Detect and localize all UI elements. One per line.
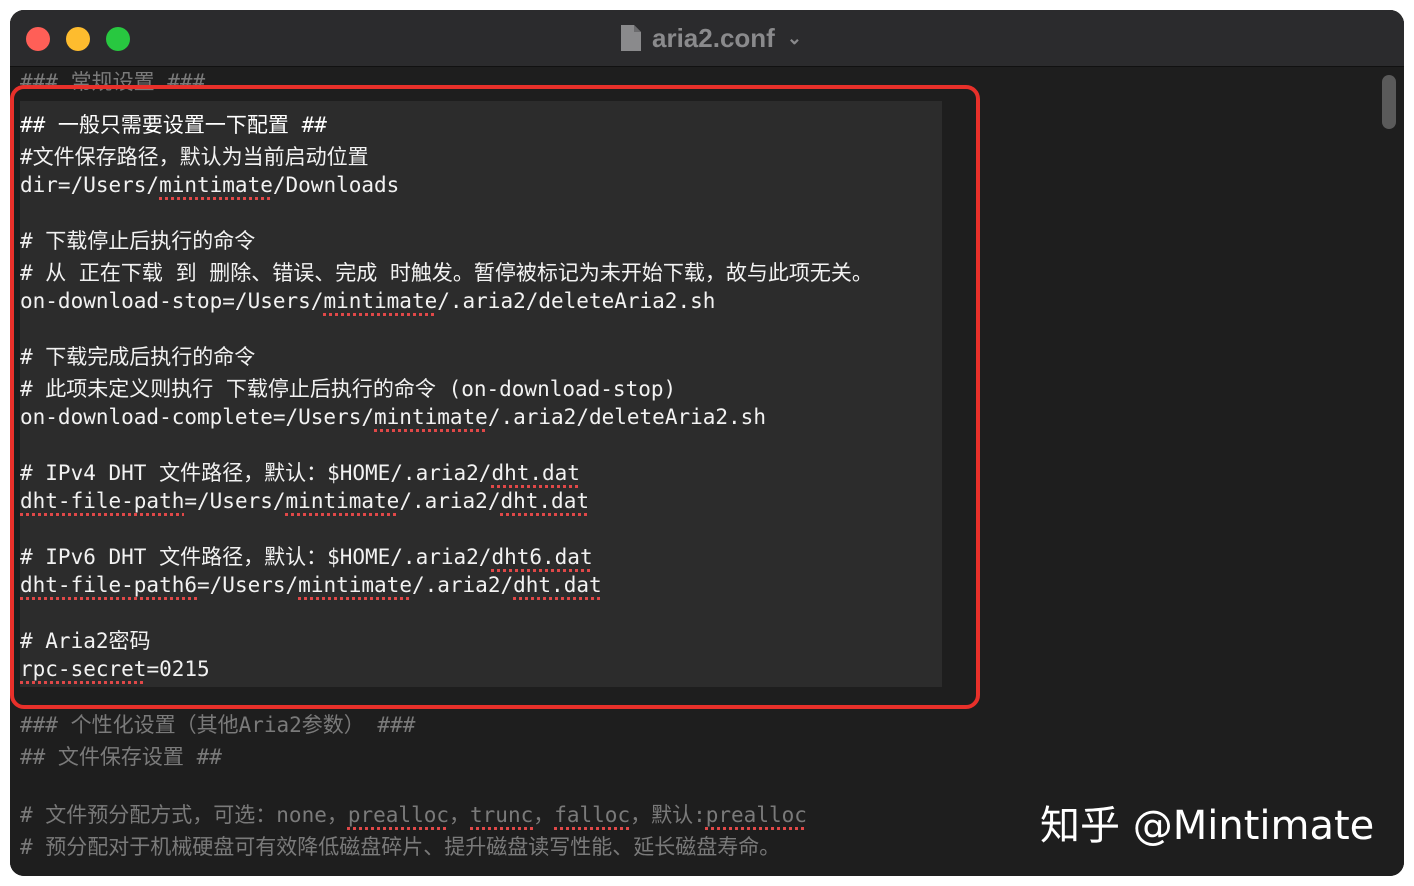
chevron-down-icon[interactable]: ⌄	[787, 28, 802, 49]
watermark: 知乎 @Mintimate	[1040, 803, 1375, 849]
text-editor-window: aria2.conf ⌄ ### 常规设置 ### ## 一般只需要设置一下配置 …	[10, 10, 1404, 876]
code-token: ，	[449, 803, 471, 827]
code-line[interactable]: # 预分配对于机械硬盘可有效降低磁盘碎片、提升磁盘读写性能、延长磁盘寿命。	[20, 832, 780, 862]
minimize-window-button[interactable]	[66, 27, 90, 51]
close-window-button[interactable]	[26, 27, 50, 51]
document-title-menu[interactable]: aria2.conf ⌄	[620, 22, 802, 54]
document-icon	[621, 25, 641, 51]
code-line[interactable]: # 文件预分配方式，可选：none，prealloc，trunc，falloc，…	[20, 800, 807, 830]
maximize-window-button[interactable]	[106, 27, 130, 51]
code-token: # 文件预分配方式，可选：none，	[20, 803, 348, 827]
document-title: aria2.conf	[652, 22, 775, 53]
highlight-annotation-box	[10, 85, 980, 709]
title-bar[interactable]: aria2.conf ⌄	[10, 10, 1404, 67]
code-token: trunc	[470, 803, 534, 827]
code-token: ，默认:	[630, 803, 706, 827]
code-token: falloc	[554, 803, 631, 827]
vertical-scrollbar[interactable]	[1382, 75, 1396, 129]
code-line[interactable]: ## 文件保存设置 ##	[20, 742, 222, 772]
code-token: prealloc	[705, 803, 807, 827]
code-token: prealloc	[347, 803, 450, 827]
code-token: ，	[533, 803, 555, 827]
code-line[interactable]: ### 个性化设置（其他Aria2参数） ###	[20, 710, 415, 740]
text-editor-area[interactable]: ### 常规设置 ### ## 一般只需要设置一下配置 ## #文件保存路径，默认为…	[10, 67, 1404, 876]
